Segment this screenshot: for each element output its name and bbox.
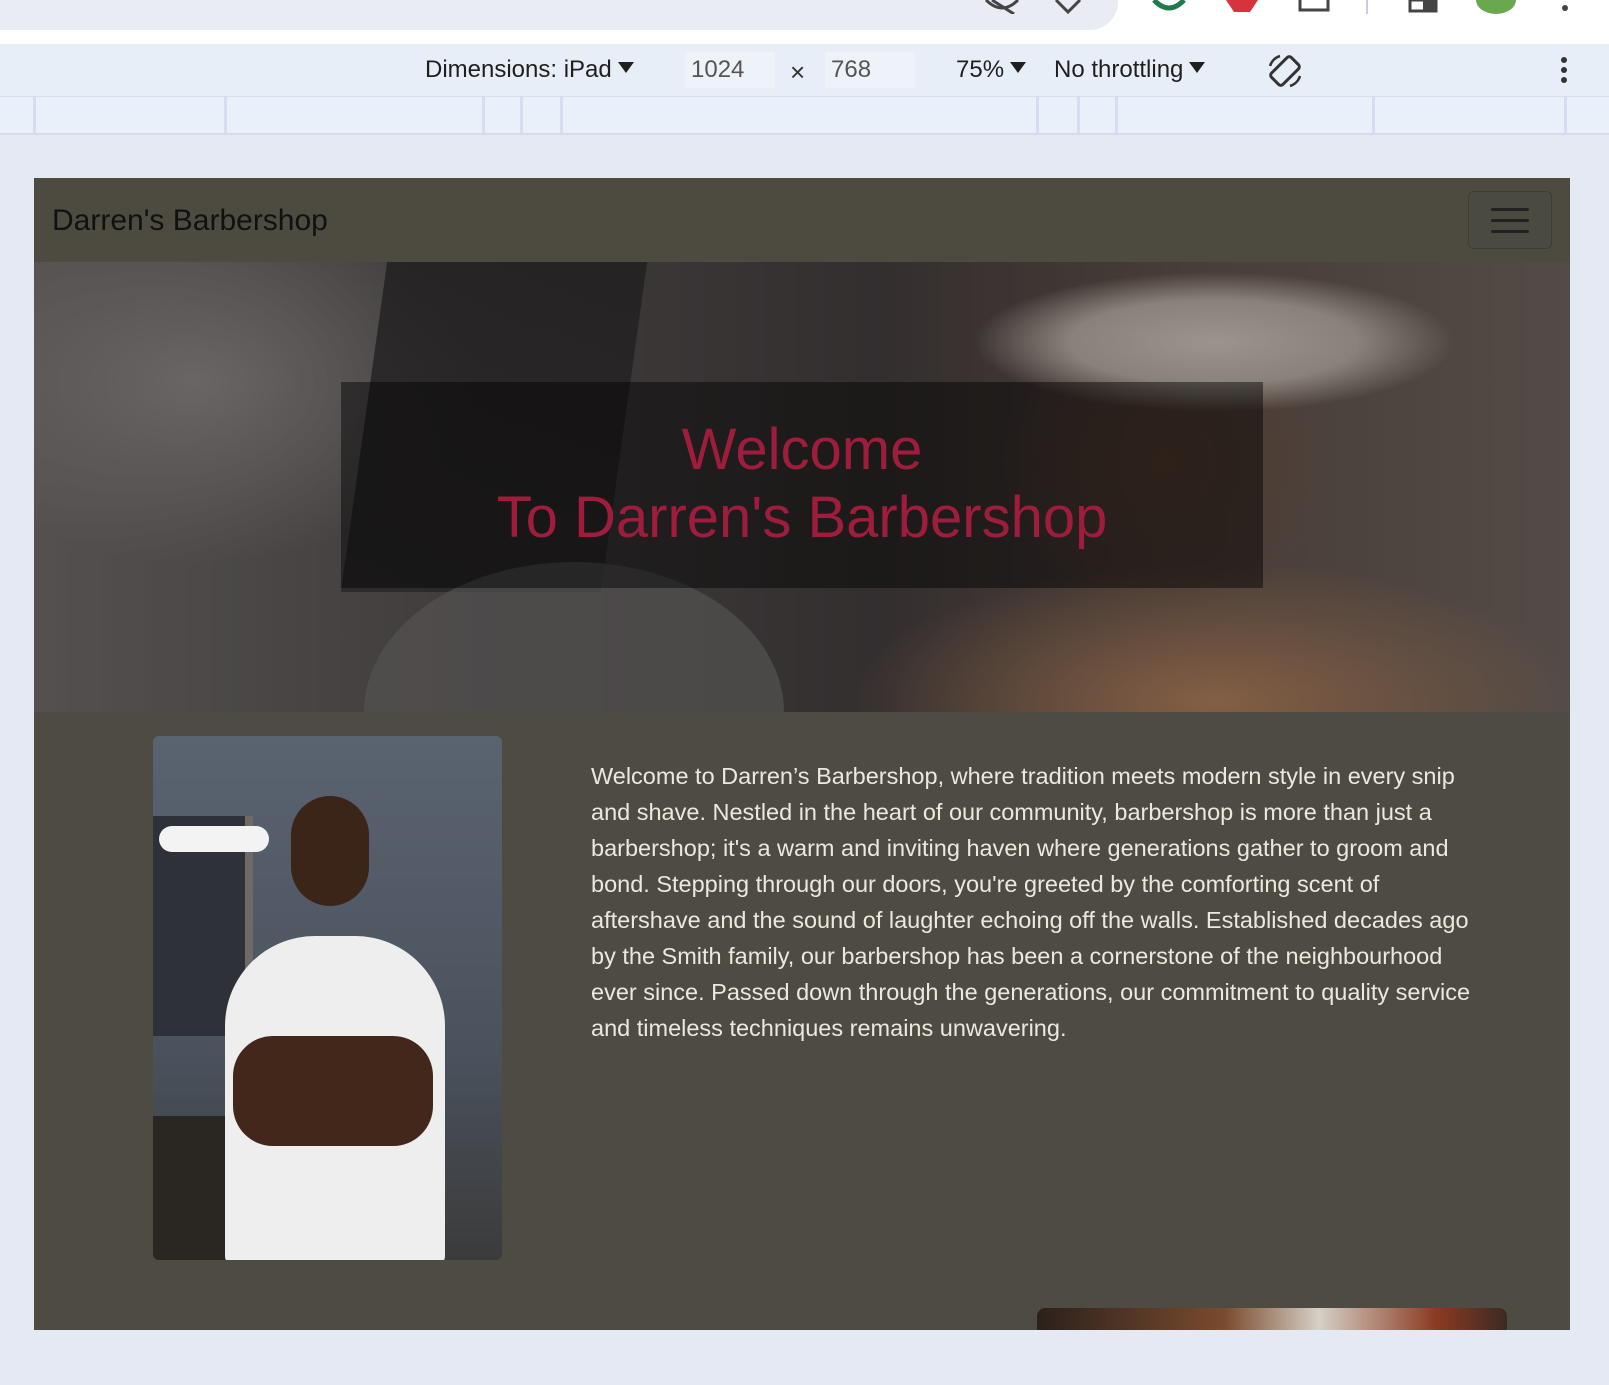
media-query-segment[interactable] (1564, 97, 1567, 133)
hamburger-icon (1491, 230, 1529, 233)
device-toolbar-more-icon[interactable] (1560, 56, 1568, 91)
media-query-bar (0, 97, 1609, 135)
hero-title-line-2: To Darren's Barbershop (496, 485, 1108, 550)
height-input[interactable]: 768 (825, 52, 915, 88)
media-query-segment[interactable] (1036, 97, 1039, 133)
media-query-segment[interactable] (224, 97, 227, 133)
emulated-viewport: Darren's Barbershop Welcome To Darren's … (34, 178, 1570, 1330)
site-navbar: Darren's Barbershop (34, 178, 1570, 262)
media-query-segment[interactable] (1115, 97, 1118, 133)
browser-menu-icon[interactable] (1560, 0, 1570, 14)
media-query-segment[interactable] (33, 97, 36, 133)
zoom-dropdown[interactable]: 75% (956, 56, 1027, 84)
portrait-head (291, 796, 369, 906)
throttling-dropdown[interactable]: No throttling (1054, 56, 1206, 84)
window-icon[interactable] (1298, 0, 1330, 14)
browser-top-bar (0, 0, 1609, 44)
hero-title-box: Welcome To Darren's Barbershop (341, 382, 1263, 588)
eye-off-icon[interactable] (984, 0, 1020, 14)
hamburger-icon (1491, 208, 1529, 211)
hero-banner: Welcome To Darren's Barbershop (34, 262, 1570, 712)
barber-portrait-image (153, 736, 502, 1260)
dimensions-caret-icon (617, 62, 634, 73)
toolbar-separator (1366, 0, 1370, 14)
gallery-image-partial (1037, 1308, 1507, 1330)
extension-red-icon[interactable] (1224, 0, 1260, 14)
media-query-segment[interactable] (520, 97, 523, 133)
zoom-caret-icon (1010, 62, 1027, 73)
media-query-segment[interactable] (482, 97, 485, 133)
portrait-arms (233, 1036, 433, 1146)
extension-green-icon[interactable] (1152, 0, 1186, 14)
media-query-segment[interactable] (1372, 97, 1375, 133)
profile-avatar[interactable] (1476, 0, 1516, 14)
media-query-segment[interactable] (1077, 97, 1080, 133)
browser-tab-strip (0, 0, 1118, 30)
hamburger-icon (1491, 219, 1529, 222)
throttling-label: No throttling (1054, 56, 1184, 83)
zoom-label: 75% (956, 56, 1005, 83)
about-paragraph: Welcome to Darren’s Barbershop, where tr… (591, 763, 1471, 1041)
menu-toggle-button[interactable] (1468, 191, 1552, 249)
rotate-icon[interactable] (1266, 52, 1304, 97)
hero-title-line-1: Welcome (681, 417, 923, 482)
times-separator: × (790, 57, 806, 87)
media-query-segment[interactable] (560, 97, 563, 133)
throttling-caret-icon (1189, 62, 1206, 73)
hero-title: Welcome To Darren's Barbershop (341, 416, 1263, 552)
side-panel-icon[interactable] (1408, 0, 1438, 14)
width-input[interactable]: 1024 (685, 52, 775, 88)
site-brand-link[interactable]: Darren's Barbershop (52, 204, 328, 238)
bookmark-star-icon[interactable] (1054, 0, 1082, 14)
dimensions-dropdown[interactable]: Dimensions: iPad (425, 56, 634, 84)
device-toolbar: Dimensions: iPad 1024 × 768 75% No throt… (0, 44, 1609, 97)
dimensions-label: Dimensions: iPad (425, 56, 612, 83)
portrait-lights (159, 826, 269, 852)
